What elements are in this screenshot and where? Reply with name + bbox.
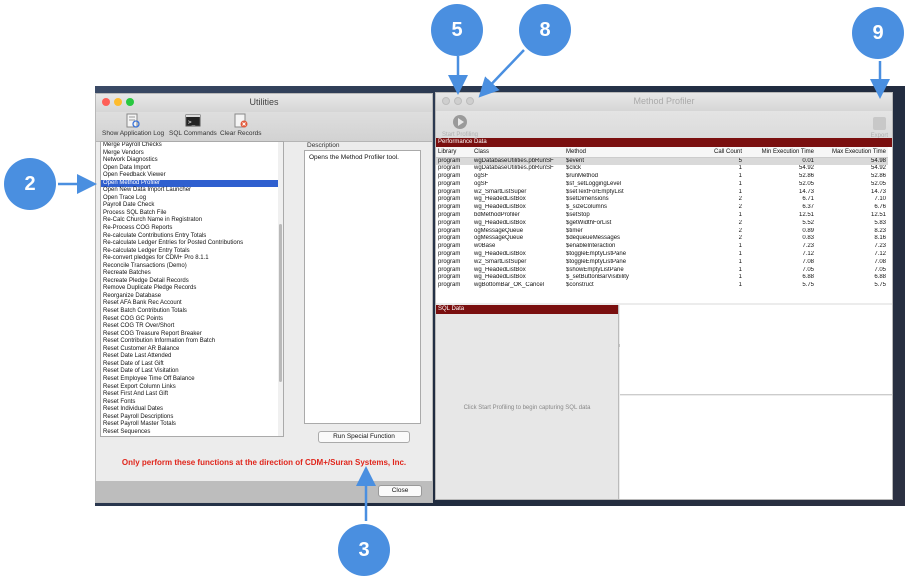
tutorial-screenshot: Utilities Show Application Log >_ SQL Co…	[0, 0, 908, 582]
callout-badge-9: 9	[852, 7, 904, 59]
callout-badge-3: 3	[338, 524, 390, 576]
callout-badge-2: 2	[4, 158, 56, 210]
callout-badge-5: 5	[431, 4, 483, 56]
callout-arrows	[58, 49, 890, 521]
callout-badge-8: 8	[519, 4, 571, 56]
arrow-8	[478, 49, 525, 98]
